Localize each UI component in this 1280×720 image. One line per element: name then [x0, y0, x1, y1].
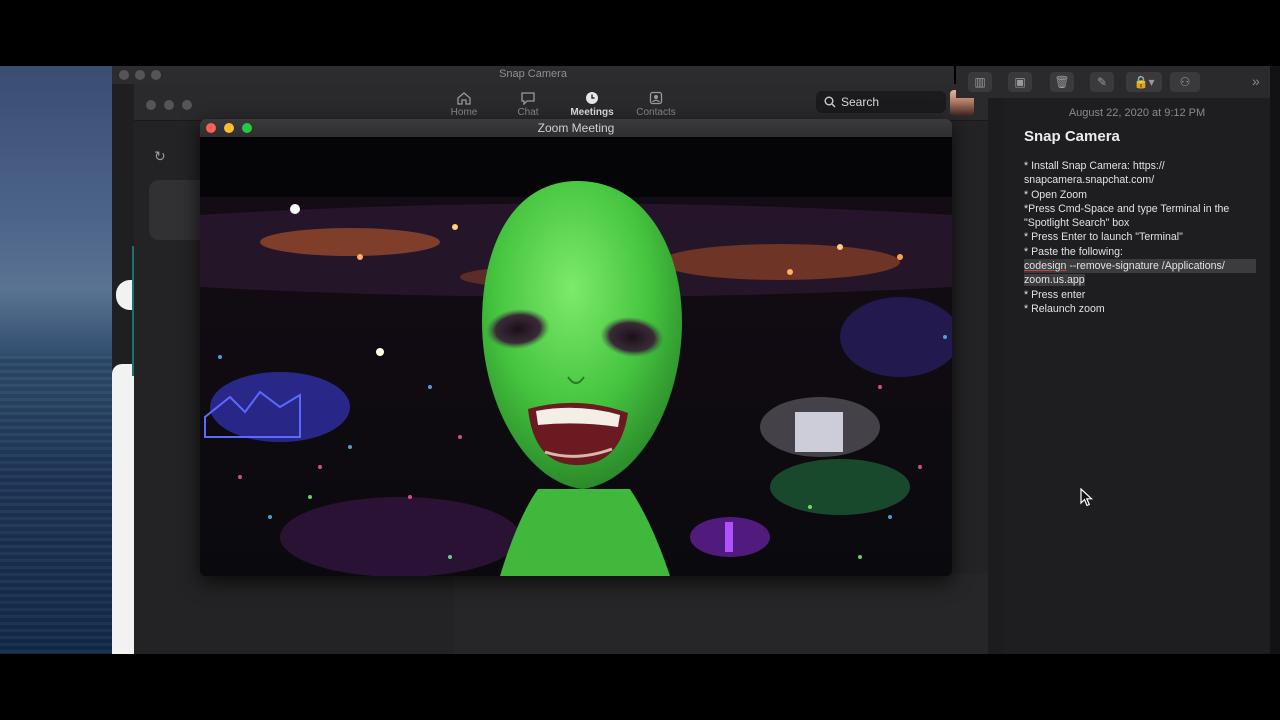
desktop-wallpaper	[0, 66, 112, 654]
nav-label: Meetings	[570, 107, 614, 118]
note-title[interactable]: Snap Camera	[1024, 128, 1120, 145]
compose-icon[interactable]: ✎	[1090, 72, 1114, 92]
note-line: * Press enter	[1024, 288, 1086, 301]
mouse-cursor-icon	[1080, 488, 1094, 507]
clock-icon	[586, 92, 598, 104]
home-icon	[457, 92, 471, 105]
nav-label: Contacts	[636, 107, 676, 118]
note-editor[interactable]: August 22, 2020 at 9:12 PM Snap Camera *…	[1004, 98, 1270, 654]
content-pane	[454, 574, 990, 654]
gallery-icon[interactable]: ▣	[1008, 72, 1032, 92]
window-title: Snap Camera	[499, 68, 567, 80]
share-icon[interactable]: ⚇	[1170, 72, 1200, 92]
nav-meetings[interactable]: Meetings	[562, 91, 622, 118]
note-line: * Paste the following:	[1024, 245, 1123, 258]
zoom-meeting-window: Zoom Meeting	[200, 119, 952, 576]
search-input[interactable]: Search	[816, 91, 946, 113]
note-line: * Open Zoom	[1024, 188, 1088, 201]
video-feed	[200, 137, 952, 576]
note-line: "Spotlight Search" box	[1024, 217, 1130, 230]
snap-camera-panel	[112, 364, 134, 654]
close-button[interactable]	[146, 100, 156, 110]
window-edge	[1270, 66, 1280, 654]
notes-toolbar: ▥ ▣ 🗑 ✎ 🔒▾ ⚇ »	[956, 66, 1270, 98]
search-icon	[824, 96, 836, 108]
refresh-icon[interactable]: ↻	[154, 148, 166, 165]
note-body[interactable]: * Install Snap Camera: https:// snapcame…	[1024, 159, 1256, 316]
sidebar-icon[interactable]: ▥	[968, 72, 992, 92]
nav-chat[interactable]: Chat	[498, 91, 558, 118]
nav-contacts[interactable]: Contacts	[626, 91, 686, 118]
zoom-toolbar: Home Chat Meetings Contacts Search	[134, 84, 990, 121]
note-line: *Press Cmd-Space and type Terminal in th…	[1024, 202, 1230, 215]
note-line: snapcamera.snapchat.com/	[1024, 174, 1155, 187]
nav-label: Chat	[517, 107, 539, 118]
note-line: * Install Snap Camera: https://	[1024, 160, 1165, 172]
minimize-button[interactable]	[164, 100, 174, 110]
nav-home[interactable]: Home	[434, 91, 494, 118]
lock-icon[interactable]: 🔒▾	[1126, 72, 1162, 92]
note-line: * Relaunch zoom	[1024, 302, 1105, 315]
note-line-selected: zoom.us.app	[1024, 273, 1256, 287]
note-text: zoom.us.app	[1024, 274, 1085, 287]
trash-icon[interactable]: 🗑	[1050, 72, 1074, 92]
note-line-selected: codesign --remove-signature /Application…	[1024, 259, 1256, 274]
chat-icon	[521, 92, 535, 105]
note-date: August 22, 2020 at 9:12 PM	[1068, 107, 1206, 119]
note-line: * Press Enter to launch "Terminal"	[1024, 231, 1183, 244]
search-placeholder: Search	[841, 95, 880, 109]
nav-label: Home	[450, 107, 478, 118]
note-text: codesign	[1024, 260, 1067, 273]
more-icon[interactable]: »	[1252, 73, 1260, 89]
snap-camera-titlebar[interactable]: Snap Camera	[112, 66, 954, 84]
zoom-button[interactable]	[182, 100, 192, 110]
note-text: --remove-signature /Applications/	[1066, 260, 1225, 273]
notes-list[interactable]	[988, 98, 1004, 654]
meeting-titlebar[interactable]: Zoom Meeting	[200, 119, 952, 137]
contacts-icon	[649, 91, 663, 105]
window-title: Zoom Meeting	[537, 121, 615, 135]
